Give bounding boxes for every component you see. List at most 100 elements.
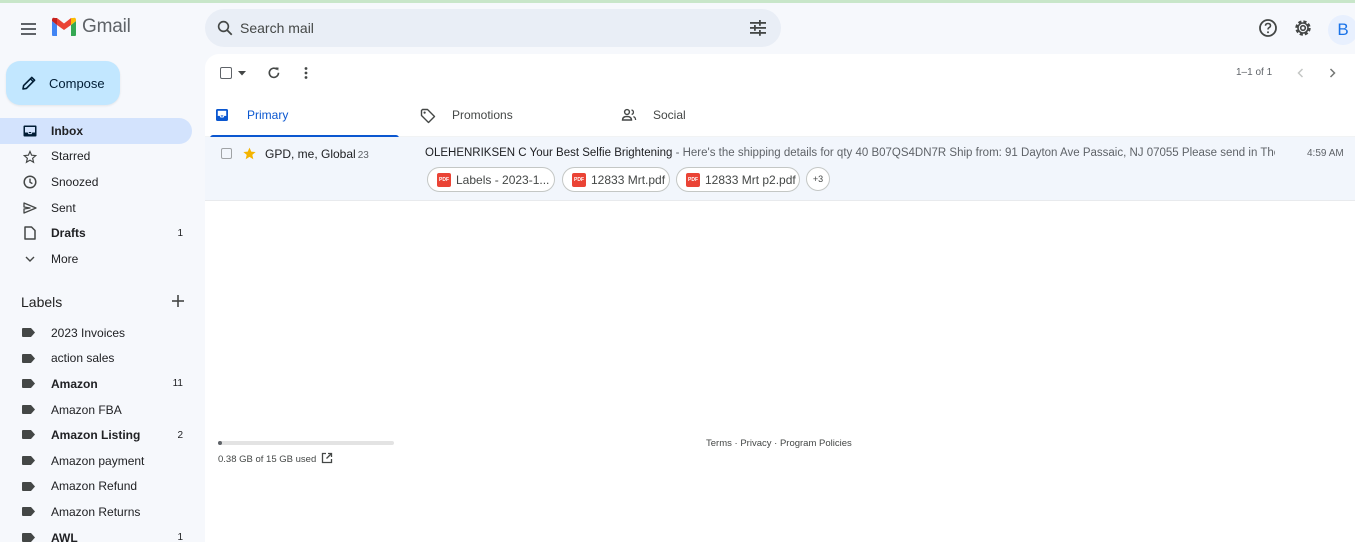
pdf-icon: PDF bbox=[572, 172, 586, 187]
label-tag-icon bbox=[22, 328, 35, 337]
label-tag-icon bbox=[22, 404, 35, 414]
hamburger-icon bbox=[21, 23, 36, 35]
pencil-icon bbox=[22, 76, 36, 90]
email-subject: OLEHENRIKSEN C Your Best Selfie Brighten… bbox=[425, 147, 673, 159]
email-snippet: - Here's the shipping details for qty 40… bbox=[672, 147, 1275, 159]
inbox-icon bbox=[22, 123, 38, 139]
gmail-m-icon bbox=[52, 17, 76, 36]
storage-usage-text: 0.38 GB of 15 GB used bbox=[218, 454, 317, 465]
nav-item-label: Sent bbox=[51, 200, 76, 215]
label-name: Amazon FBA bbox=[51, 402, 122, 417]
help-icon[interactable] bbox=[1258, 18, 1278, 38]
tab-promotions[interactable]: Promotions bbox=[410, 94, 603, 137]
search-input[interactable] bbox=[240, 9, 720, 47]
tag-icon bbox=[420, 108, 436, 124]
label-count: 11 bbox=[172, 378, 183, 390]
label-name: Amazon Returns bbox=[51, 504, 141, 519]
email-time: 4:59 AM bbox=[1307, 148, 1344, 159]
pdf-icon: PDF bbox=[686, 172, 700, 187]
label-count: 1 bbox=[177, 532, 183, 542]
nav-item-snoozed[interactable]: Snoozed bbox=[0, 169, 192, 195]
attachment-chip[interactable]: PDF 12833 Mrt p2.pdf bbox=[676, 167, 800, 192]
pdf-icon: PDF bbox=[437, 172, 451, 187]
label-name: AWL bbox=[51, 530, 78, 542]
attachment-chip[interactable]: PDF Labels - 2023-1... bbox=[427, 167, 555, 192]
label-item[interactable]: Amazon 11 bbox=[0, 371, 192, 397]
label-tag-icon bbox=[22, 481, 35, 491]
clock-icon bbox=[22, 174, 38, 190]
inbox-tab-icon bbox=[216, 109, 228, 121]
search-bar[interactable] bbox=[205, 9, 781, 47]
terms-link[interactable]: Terms bbox=[706, 438, 732, 449]
add-label-icon[interactable] bbox=[171, 294, 185, 308]
email-senders: GPD, me, Global 23 bbox=[265, 147, 369, 161]
list-toolbar: 1–1 of 1 bbox=[205, 54, 1355, 92]
label-tag-icon bbox=[22, 353, 35, 363]
gmail-logo[interactable]: Gmail bbox=[51, 16, 131, 38]
label-item[interactable]: Amazon Returns bbox=[0, 499, 192, 525]
labels-heading: Labels bbox=[21, 294, 63, 310]
tab-label: Promotions bbox=[452, 108, 513, 122]
attachment-name: 12833 Mrt.pdf bbox=[591, 172, 666, 187]
nav-item-inbox[interactable]: Inbox bbox=[0, 118, 192, 144]
footer-links: Terms · Privacy · Program Policies bbox=[706, 438, 852, 449]
email-row[interactable]: GPD, me, Global 23 OLEHENRIKSEN C Your Be… bbox=[205, 137, 1355, 201]
nav-item-starred[interactable]: Starred bbox=[0, 144, 192, 170]
attachment-chip[interactable]: PDF 12833 Mrt.pdf bbox=[562, 167, 670, 192]
attachment-name: Labels - 2023-1... bbox=[456, 172, 550, 187]
star-filled-icon[interactable] bbox=[242, 146, 257, 161]
label-item[interactable]: Amazon Refund bbox=[0, 474, 192, 500]
label-name: Amazon Refund bbox=[51, 479, 138, 494]
label-item[interactable]: Amazon Listing 2 bbox=[0, 422, 192, 448]
label-tag-icon bbox=[22, 507, 35, 517]
program-policies-link[interactable]: Program Policies bbox=[780, 438, 852, 449]
account-avatar[interactable]: B bbox=[1328, 15, 1355, 45]
header: Gmail B bbox=[0, 3, 1355, 55]
chevron-down-icon bbox=[22, 251, 38, 267]
settings-gear-icon[interactable] bbox=[1293, 18, 1313, 38]
more-attachments-chip[interactable]: +3 bbox=[806, 167, 830, 191]
send-icon bbox=[22, 200, 38, 216]
email-preview: OLEHENRIKSEN C Your Best Selfie Brighten… bbox=[425, 147, 1275, 159]
label-item[interactable]: action sales bbox=[0, 346, 192, 372]
search-options-icon[interactable] bbox=[749, 20, 767, 36]
label-count: 2 bbox=[177, 429, 183, 441]
label-item[interactable]: 2023 Invoices bbox=[0, 320, 192, 346]
tab-primary[interactable]: Primary bbox=[205, 94, 399, 138]
nav-item-label: Drafts bbox=[51, 226, 86, 241]
open-in-new-icon[interactable] bbox=[321, 452, 333, 464]
privacy-link[interactable]: Privacy bbox=[740, 438, 771, 449]
label-item[interactable]: Amazon payment bbox=[0, 448, 192, 474]
label-name: 2023 Invoices bbox=[51, 325, 126, 340]
label-name: Amazon payment bbox=[51, 453, 145, 468]
label-tag-icon bbox=[22, 532, 35, 542]
chevron-left-icon[interactable] bbox=[1294, 66, 1308, 80]
attachment-name: 12833 Mrt p2.pdf bbox=[705, 172, 796, 187]
inbox-tabs: Primary Promotions Social bbox=[205, 94, 1355, 138]
star-outline-icon bbox=[22, 149, 38, 165]
thread-count: 23 bbox=[357, 150, 369, 161]
label-tag-icon bbox=[22, 379, 35, 389]
label-name: Amazon bbox=[51, 376, 98, 391]
label-item[interactable]: Amazon FBA bbox=[0, 397, 192, 423]
mail-list-panel: 1–1 of 1 Primary Promotions Social GPD, … bbox=[205, 54, 1355, 542]
nav-item-drafts[interactable]: Drafts 1 bbox=[0, 220, 192, 246]
nav-item-more[interactable]: More bbox=[0, 246, 192, 272]
people-icon bbox=[621, 108, 637, 121]
storage-fill bbox=[218, 441, 223, 445]
label-item[interactable]: AWL 1 bbox=[0, 525, 192, 542]
chevron-right-icon[interactable] bbox=[1325, 66, 1339, 80]
select-options-caret-icon[interactable] bbox=[238, 71, 246, 76]
tab-social[interactable]: Social bbox=[611, 94, 804, 137]
label-name: action sales bbox=[51, 351, 115, 366]
select-all-checkbox[interactable] bbox=[220, 67, 232, 79]
search-icon[interactable] bbox=[216, 19, 234, 37]
more-vert-icon[interactable] bbox=[300, 66, 312, 80]
draft-icon bbox=[22, 225, 38, 241]
main-menu-button[interactable] bbox=[17, 19, 41, 39]
nav-item-sent[interactable]: Sent bbox=[0, 195, 192, 221]
label-tag-icon bbox=[22, 430, 35, 440]
refresh-icon[interactable] bbox=[267, 66, 281, 80]
email-select-checkbox[interactable] bbox=[221, 148, 232, 159]
compose-button[interactable]: Compose bbox=[6, 61, 120, 105]
